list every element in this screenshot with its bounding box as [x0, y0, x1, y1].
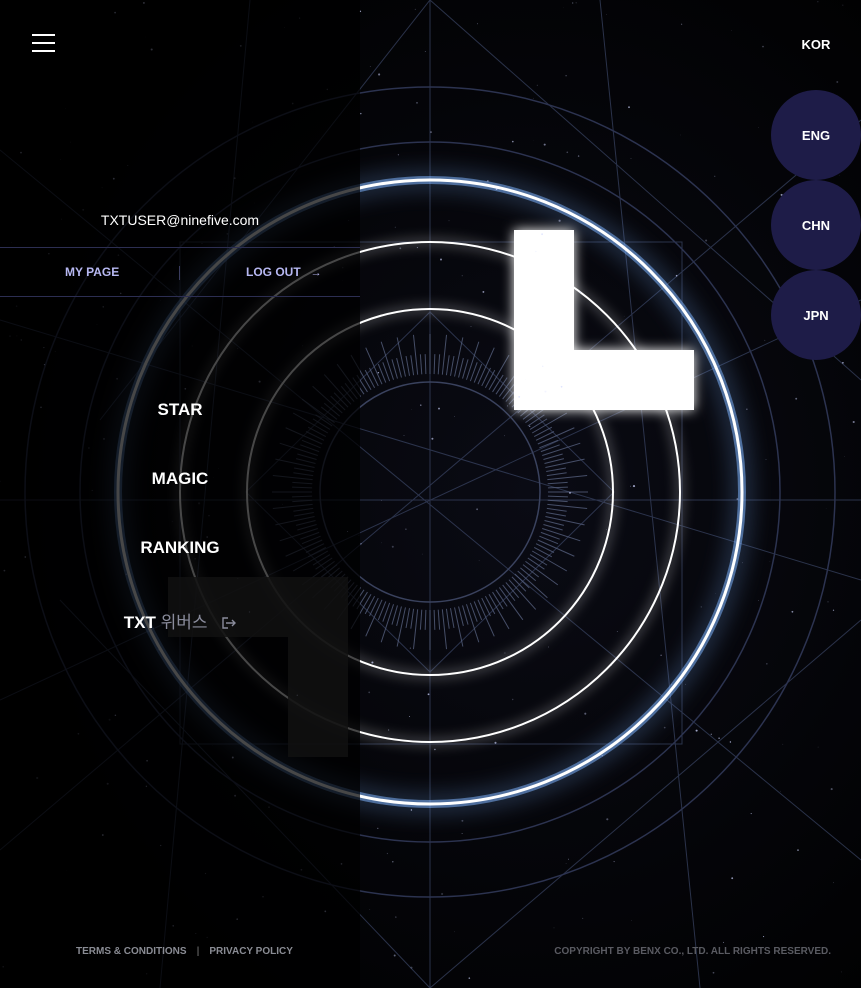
hamburger-icon[interactable]	[32, 34, 56, 54]
log-out-label: LOG OUT	[246, 265, 301, 279]
footer-links: TERMS & CONDITIONS | PRIVACY POLICY	[76, 946, 293, 957]
terms-link[interactable]: TERMS & CONDITIONS	[76, 946, 187, 957]
nav-item-ranking[interactable]: RANKING	[0, 538, 360, 558]
my-page-link[interactable]: MY PAGE	[65, 265, 119, 279]
copyright-text: COPYRIGHT BY BENX CO., LTD. ALL RIGHTS R…	[554, 946, 831, 957]
privacy-link[interactable]: PRIVACY POLICY	[209, 946, 293, 957]
nav-item-weverse[interactable]: TXT 위버스	[0, 608, 360, 633]
external-link-icon	[222, 617, 237, 629]
language-option-chn[interactable]: CHN	[771, 180, 861, 270]
language-option-eng[interactable]: ENG	[771, 90, 861, 180]
menu-panel	[0, 0, 360, 988]
footer-separator: |	[196, 946, 200, 957]
hamburger-line	[32, 50, 55, 52]
log-out-link[interactable]: LOG OUT →	[246, 265, 322, 279]
weverse-prefix: TXT	[123, 613, 156, 632]
account-bar: MY PAGE LOG OUT →	[0, 247, 360, 297]
language-current-kor[interactable]: KOR	[795, 37, 837, 52]
account-divider	[179, 266, 180, 280]
weverse-label: 위버스	[160, 613, 208, 632]
arrow-right-icon: →	[310, 267, 322, 279]
hamburger-line	[32, 34, 55, 36]
hamburger-line	[32, 42, 55, 44]
user-email: TXTUSER@ninefive.com	[100, 212, 260, 228]
nav-item-magic[interactable]: MAGIC	[0, 469, 360, 489]
nav-item-star[interactable]: STAR	[0, 400, 360, 420]
language-option-jpn[interactable]: JPN	[771, 270, 861, 360]
